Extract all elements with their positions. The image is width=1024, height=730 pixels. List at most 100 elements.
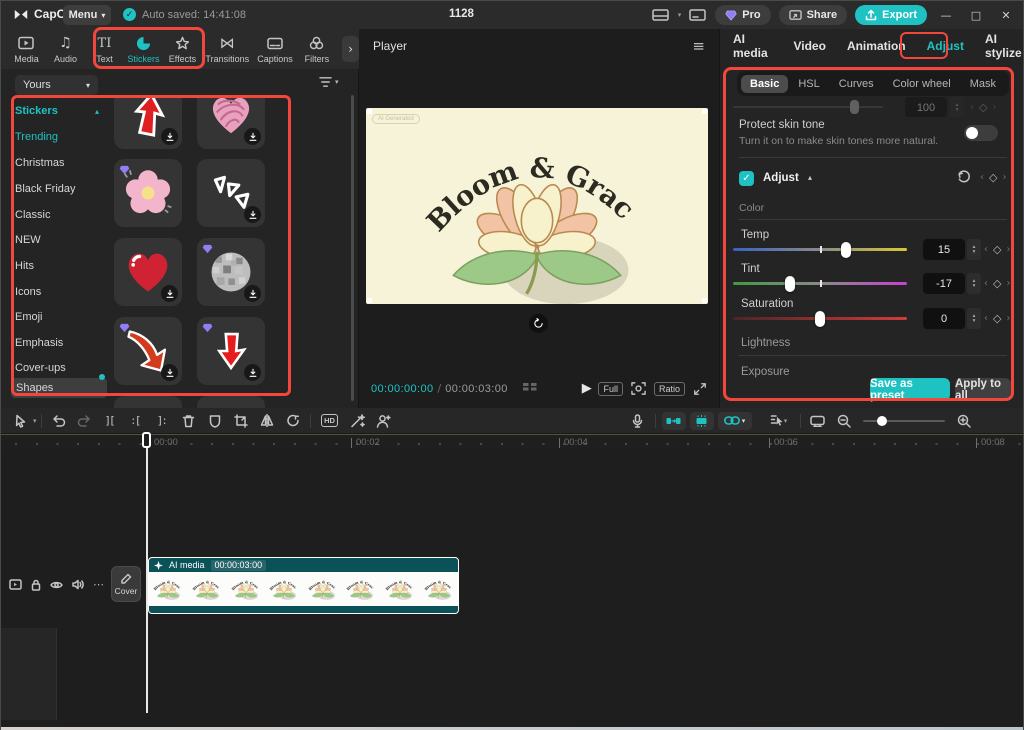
playhead-line[interactable] <box>146 435 148 713</box>
cursor-mode-icon[interactable]: ▾ <box>762 414 796 427</box>
selection-handle[interactable] <box>702 109 707 114</box>
sidebar-item-new[interactable]: NEW <box>15 230 105 250</box>
menu-button[interactable]: Menu ▾ <box>63 5 111 25</box>
auto-preview-icon[interactable] <box>689 411 714 430</box>
selection-handle[interactable] <box>702 298 707 303</box>
download-icon[interactable] <box>244 364 261 381</box>
magic-wand-icon[interactable] <box>345 413 371 428</box>
zoom-fit-icon[interactable] <box>631 381 646 396</box>
mirror-icon[interactable] <box>254 414 280 427</box>
frame-preview-icon[interactable] <box>522 382 538 395</box>
tint-value[interactable]: -17 <box>923 273 965 294</box>
tab-effects[interactable]: Effects <box>163 35 202 64</box>
download-icon[interactable] <box>244 206 261 223</box>
sticker-tile-scribble-heart[interactable] <box>197 95 265 149</box>
delete-right-icon[interactable]: ]: <box>150 414 176 427</box>
delete-left-icon[interactable]: :[ <box>124 414 150 427</box>
protect-skin-tone-toggle[interactable] <box>964 125 998 141</box>
layout-toggle-icon[interactable] <box>651 8 670 22</box>
sidebar-item-christmas[interactable]: Christmas <box>15 153 105 173</box>
saturation-keyframe-controls[interactable]: ‹ ◇ › <box>984 312 1010 325</box>
tint-slider[interactable] <box>733 275 907 292</box>
adjust-enable-checkbox[interactable]: ✓ <box>739 171 754 186</box>
record-voiceover-icon[interactable] <box>625 413 651 428</box>
download-icon[interactable] <box>161 128 178 145</box>
sidebar-item-stickers[interactable]: Stickers ▴ <box>15 101 105 121</box>
tint-slider-handle[interactable] <box>785 275 796 292</box>
hd-quality-icon[interactable]: HD <box>315 414 345 427</box>
tab-ai-stylize[interactable]: AI stylize <box>985 32 1023 60</box>
rotate-handle[interactable] <box>529 314 548 333</box>
maximize-button[interactable]: □ <box>965 9 987 22</box>
filter-button[interactable]: ▾ <box>319 76 339 88</box>
saturation-slider-handle[interactable] <box>815 310 825 327</box>
tab-text[interactable]: TI Text <box>85 35 124 64</box>
sidebar-item-cover-ups[interactable]: Cover-ups <box>15 358 105 378</box>
player-menu-icon[interactable]: ≡ <box>692 37 705 55</box>
save-as-preset-button[interactable]: Save as preset <box>870 378 950 402</box>
sticker-tile-red-arrow-down[interactable] <box>197 317 265 385</box>
sidebar-item-trending[interactable]: Trending <box>15 127 105 147</box>
tab-media[interactable]: Media <box>7 35 46 64</box>
sidebar-item-black-friday[interactable]: Black Friday <box>15 179 105 199</box>
tab-transitions[interactable]: ⋈ Transitions <box>202 34 253 64</box>
download-icon[interactable] <box>244 285 261 302</box>
zoom-slider-knob[interactable] <box>876 415 887 426</box>
subtab-color-wheel[interactable]: Color wheel <box>884 75 960 93</box>
preview-canvas[interactable]: AI Generated <box>366 108 708 304</box>
track-options-icon[interactable] <box>805 415 831 427</box>
sticker-tile-curved-arrow[interactable] <box>114 317 182 385</box>
retouch-icon[interactable] <box>371 414 397 428</box>
tab-stickers[interactable]: Stickers <box>124 35 163 64</box>
tab-audio[interactable]: ♫ Audio <box>46 35 85 64</box>
sticker-tile-red-heart[interactable] <box>114 238 182 306</box>
fullscreen-icon[interactable] <box>693 382 707 396</box>
panel-layout-icon[interactable] <box>689 8 707 22</box>
minimize-button[interactable]: — <box>935 9 957 22</box>
sticker-tile-pink-flower[interactable] <box>114 159 182 227</box>
temp-keyframe-controls[interactable]: ‹ ◇ › <box>984 243 1010 256</box>
playhead-handle[interactable] <box>142 432 151 448</box>
full-button[interactable]: Full <box>598 381 623 396</box>
download-icon[interactable] <box>161 285 178 302</box>
sidebar-item-emoji[interactable]: Emoji <box>15 307 105 327</box>
reset-icon[interactable] <box>957 170 971 184</box>
saturation-slider[interactable] <box>733 310 907 327</box>
sidebar-item-hits[interactable]: Hits <box>15 256 105 276</box>
tab-adjust[interactable]: Adjust <box>927 39 964 53</box>
tab-ai-media[interactable]: AI media <box>733 32 772 60</box>
subtab-curves[interactable]: Curves <box>830 75 883 93</box>
timeline-ruler[interactable]: 00:00 00:02 00:04 00:06 00:08 <box>1 434 1023 450</box>
more-track-options-icon[interactable]: ⋯ <box>93 578 104 591</box>
ai-media-clip[interactable]: AI media 00:00:03:00 <box>148 557 459 614</box>
subtab-basic[interactable]: Basic <box>741 74 789 93</box>
tab-animation[interactable]: Animation <box>847 39 906 53</box>
collapse-section-icon[interactable]: ▴ <box>808 173 812 182</box>
zoom-in-icon[interactable] <box>951 414 977 428</box>
tab-filters[interactable]: Filters <box>297 35 336 64</box>
toggle-visibility-icon[interactable] <box>50 580 63 590</box>
tab-video[interactable]: Video <box>793 39 825 53</box>
select-tool-caret-icon[interactable]: ▾ <box>33 417 37 425</box>
sidebar-item-classic[interactable]: Classic <box>15 205 105 225</box>
layout-caret-icon[interactable]: ▾ <box>678 11 682 19</box>
saturation-stepper[interactable]: ▴ ▾ <box>967 308 981 329</box>
sticker-tile-partial-2[interactable] <box>197 396 265 408</box>
subtab-hsl[interactable]: HSL <box>789 75 828 93</box>
rotate-clip-icon[interactable] <box>280 414 306 427</box>
subtab-mask[interactable]: Mask <box>961 75 1005 93</box>
cover-button[interactable]: Cover <box>111 566 141 602</box>
apply-to-all-button[interactable]: Apply to all <box>955 378 1011 402</box>
delete-icon[interactable] <box>176 414 202 428</box>
temp-stepper[interactable]: ▴ ▾ <box>967 239 981 260</box>
pro-badge[interactable]: Pro <box>715 5 771 25</box>
sticker-tile-red-arrow-up[interactable] <box>114 95 182 149</box>
download-icon[interactable] <box>161 364 178 381</box>
split-icon[interactable]: ][ <box>98 414 124 427</box>
download-icon[interactable] <box>244 128 261 145</box>
sidebar-item-shapes[interactable]: Shapes <box>11 374 107 398</box>
link-clips-icon[interactable]: ▾ <box>717 411 752 430</box>
sticker-tile-pixel-moon[interactable] <box>197 238 265 306</box>
ratio-button[interactable]: Ratio <box>653 381 685 396</box>
sticker-tile-partial-1[interactable] <box>114 396 182 408</box>
